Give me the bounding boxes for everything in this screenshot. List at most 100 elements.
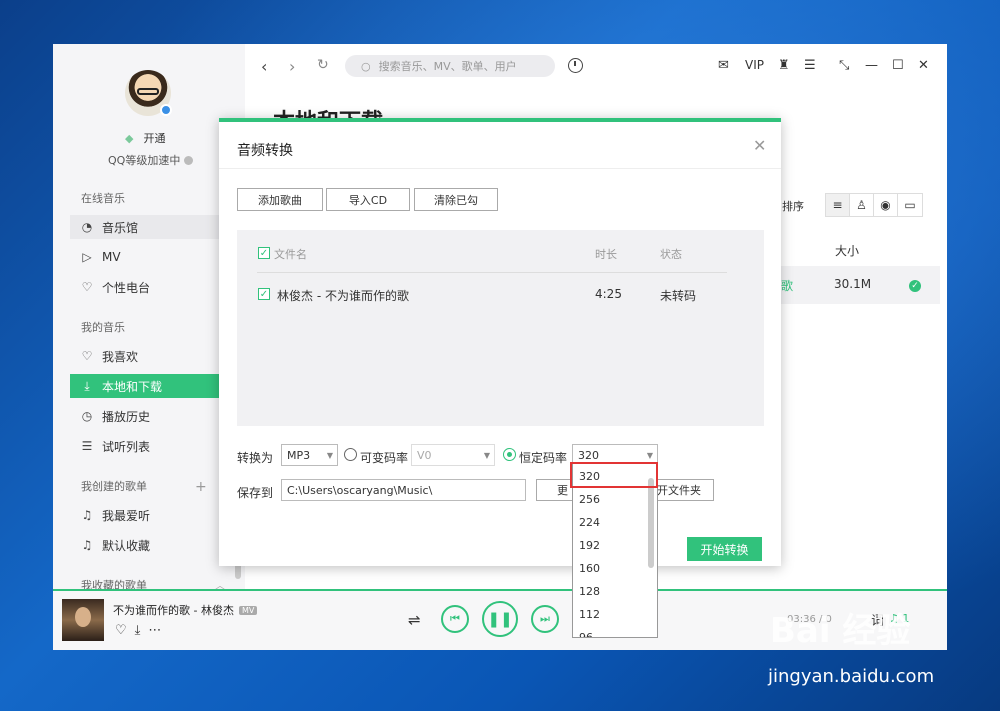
pause-icon: ❚❚ bbox=[487, 610, 513, 628]
sidebar-item-local-download[interactable]: ⤓ 本地和下载 bbox=[70, 374, 220, 398]
mini-mode-icon[interactable]: ⤡ bbox=[839, 58, 849, 73]
bitrate-option[interactable]: 128 bbox=[579, 585, 600, 598]
like-icon[interactable]: ♡ bbox=[115, 623, 127, 638]
section-created-playlists: 我创建的歌单 bbox=[81, 480, 147, 493]
history-icon: ◷ bbox=[81, 409, 93, 423]
section-my-music: 我的音乐 bbox=[81, 321, 125, 334]
size-column-header[interactable]: 大小 bbox=[835, 242, 859, 259]
skin-icon[interactable]: ♜ bbox=[778, 58, 790, 73]
qq-level-accel[interactable]: QQ等级加速中 bbox=[108, 152, 194, 168]
song-actions: ♡ ⤓ ⋯ bbox=[115, 623, 161, 638]
add-song-button[interactable]: 添加歌曲 bbox=[237, 188, 323, 211]
cbr-radio[interactable] bbox=[503, 448, 516, 461]
album-cover[interactable] bbox=[62, 599, 104, 641]
next-button[interactable]: ⏭ bbox=[531, 605, 559, 633]
sidebar-item-label: 试听列表 bbox=[102, 439, 151, 454]
start-convert-button[interactable]: 开始转换 bbox=[687, 537, 762, 561]
bitrate-option[interactable]: 160 bbox=[579, 562, 600, 575]
sidebar-item-label: 我喜欢 bbox=[102, 349, 139, 364]
open-folder-button[interactable]: 开文件夹 bbox=[649, 479, 714, 501]
sidebar-item-playlist-1[interactable]: ♫ 我最爱听 bbox=[70, 503, 220, 527]
bitrate-option[interactable]: 112 bbox=[579, 608, 600, 621]
section-online-music: 在线音乐 bbox=[81, 192, 125, 205]
sidebar-item-music-hall[interactable]: ◔ 音乐馆 bbox=[70, 215, 220, 239]
save-to-label: 保存到 bbox=[237, 486, 274, 500]
close-icon[interactable]: ✕ bbox=[753, 136, 766, 155]
divider bbox=[219, 168, 781, 169]
refresh-icon[interactable]: ↻ bbox=[317, 57, 329, 73]
baidu-logo: Bai 经验 bbox=[770, 611, 911, 651]
dropdown-scrollbar[interactable] bbox=[648, 478, 654, 568]
import-cd-button[interactable]: 导入CD bbox=[326, 188, 410, 211]
mv-icon: ▷ bbox=[82, 250, 92, 264]
sidebar-item-playlist-2[interactable]: ♫ 默认收藏 bbox=[70, 533, 220, 557]
sidebar-item-mv[interactable]: ▷ MV bbox=[70, 245, 220, 269]
vip-open-link[interactable]: ◆ 开通 bbox=[125, 130, 165, 146]
select-all-checkbox[interactable]: ✓ bbox=[258, 247, 270, 259]
maximize-icon[interactable]: ☐ bbox=[892, 58, 904, 73]
chevron-down-icon: ▼ bbox=[646, 451, 653, 460]
row-checkbox[interactable]: ✓ bbox=[258, 288, 270, 300]
now-playing-title[interactable]: 不为谁而作的歌 - 林俊杰 MV bbox=[113, 602, 258, 618]
diamond-icon: ◆ bbox=[125, 131, 134, 145]
bitrate-option[interactable]: 96 bbox=[579, 631, 593, 637]
sort-button[interactable]: 排序 bbox=[782, 198, 804, 214]
search-icon: ○ bbox=[361, 59, 371, 73]
album-view-icon[interactable]: ◉ bbox=[874, 194, 898, 216]
heart-icon: ♡ bbox=[81, 349, 93, 363]
clear-checked-button[interactable]: 清除已勾 bbox=[414, 188, 498, 211]
mail-icon[interactable]: ✉ bbox=[718, 58, 729, 73]
search-input[interactable]: ○ 搜索音乐、MV、歌单、用户 bbox=[345, 55, 555, 77]
bitrate-option[interactable]: 256 bbox=[579, 493, 600, 506]
vbr-radio[interactable] bbox=[344, 448, 357, 461]
prev-button[interactable]: ⏮ bbox=[441, 605, 469, 633]
row-filename: 林俊杰 - 不为谁而作的歌 bbox=[277, 289, 409, 303]
sidebar-item-history[interactable]: ◷ 播放历史 bbox=[70, 404, 220, 428]
view-toggle: ≡ ♙ ◉ ▭ bbox=[825, 193, 923, 217]
bitrate-dropdown-list: 320 256 224 192 160 128 112 96 bbox=[572, 463, 658, 638]
bitrate-option[interactable]: 224 bbox=[579, 516, 600, 529]
menu-icon[interactable]: ☰ bbox=[804, 58, 816, 73]
col-duration: 时长 bbox=[595, 248, 617, 261]
add-playlist-icon[interactable]: + bbox=[195, 479, 207, 495]
download-icon[interactable]: ⤓ bbox=[135, 623, 141, 638]
list-view-icon[interactable]: ≡ bbox=[826, 194, 850, 216]
accel-label: QQ等级加速中 bbox=[108, 154, 181, 167]
download-icon: ⤓ bbox=[84, 378, 90, 393]
forward-icon[interactable]: › bbox=[289, 57, 295, 76]
note-icon: ♫ bbox=[81, 508, 93, 522]
format-value: MP3 bbox=[287, 448, 311, 462]
list-icon: ☰ bbox=[81, 439, 93, 453]
pause-button[interactable]: ❚❚ bbox=[482, 601, 518, 637]
col-status: 状态 bbox=[660, 248, 682, 261]
folder-view-icon[interactable]: ▭ bbox=[898, 194, 922, 216]
vip-button[interactable]: VIP bbox=[745, 58, 764, 72]
sidebar-item-radio[interactable]: ♡ 个性电台 bbox=[70, 275, 220, 299]
avatar-glasses bbox=[137, 88, 159, 95]
sidebar-item-label: 本地和下载 bbox=[102, 379, 163, 394]
chevron-down-icon: ▼ bbox=[483, 451, 490, 460]
note-icon: ♫ bbox=[81, 538, 93, 552]
more-icon[interactable]: ⋯ bbox=[148, 623, 161, 638]
watermark-url: jingyan.baidu.com bbox=[768, 666, 935, 687]
minimize-icon[interactable]: — bbox=[865, 58, 878, 73]
music-hall-icon: ◔ bbox=[81, 220, 93, 234]
bg-song-name: 歌 bbox=[781, 279, 794, 293]
accel-icon bbox=[184, 155, 194, 165]
sidebar-item-trial-list[interactable]: ☰ 试听列表 bbox=[70, 434, 220, 458]
divider bbox=[257, 272, 727, 273]
play-mode-icon[interactable]: ⇌ bbox=[408, 611, 421, 629]
save-path-input[interactable]: C:\Users\oscaryang\Music\ bbox=[281, 479, 526, 501]
vbr-select[interactable]: V0 ▼ bbox=[411, 444, 495, 466]
sidebar-item-favorites[interactable]: ♡ 我喜欢 bbox=[70, 344, 220, 368]
singer-view-icon[interactable]: ♙ bbox=[850, 194, 874, 216]
format-select[interactable]: MP3 ▼ bbox=[281, 444, 338, 466]
mv-badge[interactable]: MV bbox=[238, 605, 258, 615]
bitrate-option[interactable]: 192 bbox=[579, 539, 600, 552]
back-icon[interactable]: ‹ bbox=[261, 57, 267, 76]
prev-icon: ⏮ bbox=[450, 612, 460, 625]
vbr-value: V0 bbox=[417, 448, 432, 462]
listen-recognize-icon[interactable] bbox=[568, 58, 583, 73]
convert-to-label: 转换为 bbox=[237, 451, 274, 465]
close-icon[interactable]: ✕ bbox=[918, 58, 929, 73]
